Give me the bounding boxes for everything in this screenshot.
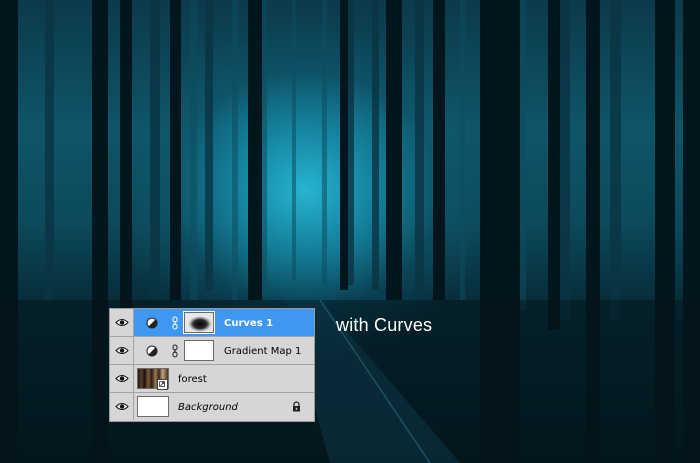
visibility-toggle[interactable] — [110, 309, 134, 336]
layers-panel: Curves 1 Gradient Map 1 forest Backgroun… — [109, 308, 315, 422]
chain-link-icon[interactable] — [172, 344, 178, 358]
layer-thumbnail[interactable] — [137, 396, 169, 417]
visibility-toggle[interactable] — [110, 337, 134, 364]
adjustment-layer-icon — [146, 317, 158, 329]
eye-icon — [115, 347, 129, 354]
visibility-toggle[interactable] — [110, 365, 134, 392]
layer-mask-thumbnail[interactable] — [183, 311, 215, 334]
chain-link-icon[interactable] — [172, 316, 178, 330]
smart-object-badge-icon — [157, 379, 168, 390]
eye-icon — [115, 403, 129, 410]
layer-name: Gradient Map 1 — [224, 346, 302, 357]
adjustment-layer-icon — [146, 345, 158, 357]
layer-row-gradient-map[interactable]: Gradient Map 1 — [110, 337, 314, 365]
layer-row-forest[interactable]: forest — [110, 365, 314, 393]
lock-icon — [293, 401, 300, 412]
layer-mask-thumbnail[interactable] — [184, 340, 214, 361]
forest-canvas — [0, 0, 700, 463]
eye-icon — [115, 319, 129, 326]
layer-row-background[interactable]: Background — [110, 393, 314, 421]
layer-name: forest — [178, 374, 207, 385]
layer-name: Curves 1 — [224, 318, 274, 329]
eye-icon — [115, 375, 129, 382]
forest-trees-illustration — [0, 0, 700, 463]
visibility-toggle[interactable] — [110, 393, 134, 420]
caption-text: with Curves — [336, 315, 433, 335]
layer-name: Background — [178, 402, 238, 413]
layer-row-curves[interactable]: Curves 1 — [110, 309, 314, 337]
